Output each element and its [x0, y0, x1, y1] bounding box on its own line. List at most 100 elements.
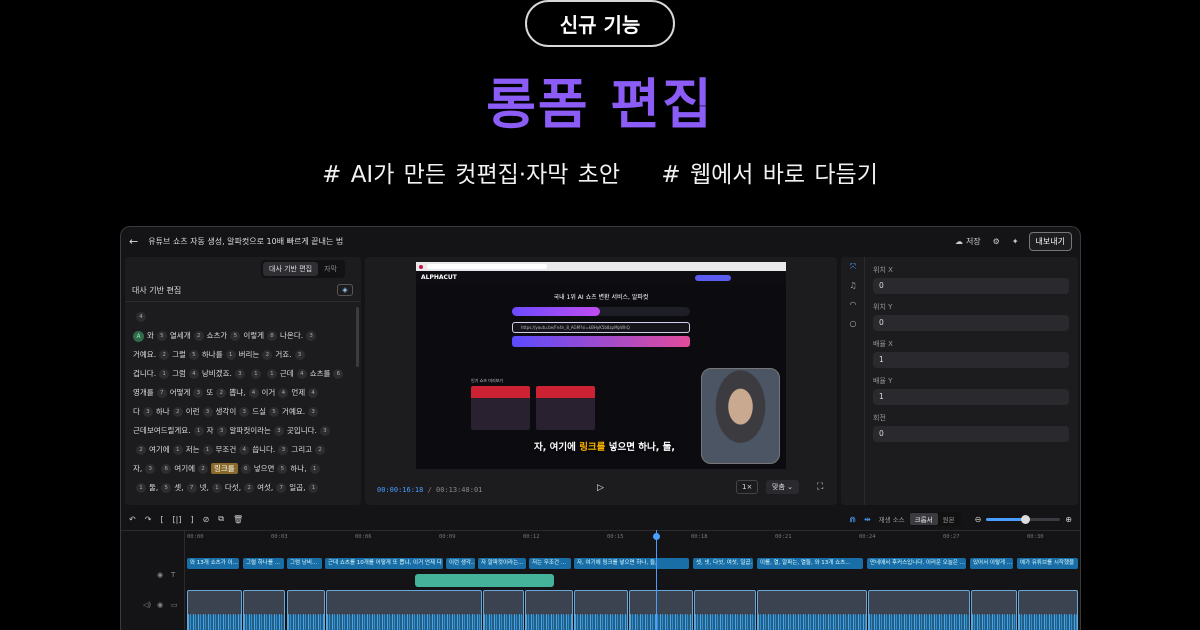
- selected-region-clip[interactable]: [415, 574, 554, 587]
- transcript-word[interactable]: 와: [147, 331, 154, 340]
- pause-badge[interactable]: 4: [296, 369, 307, 379]
- pause-badge[interactable]: 6: [161, 464, 172, 474]
- transcript-word[interactable]: 하나,: [290, 464, 306, 473]
- transcript-word[interactable]: 또: [206, 388, 213, 397]
- property-input[interactable]: 1: [873, 352, 1069, 368]
- pause-badge[interactable]: 3: [216, 426, 227, 436]
- undo-icon[interactable]: ↶: [129, 515, 136, 524]
- property-input[interactable]: 0: [873, 426, 1069, 442]
- transcript-word[interactable]: 생각이: [216, 407, 237, 416]
- zoom-handle[interactable]: [1020, 514, 1030, 524]
- transcript-word[interactable]: 뽑냐,: [229, 388, 245, 397]
- shape-icon[interactable]: ○: [841, 314, 865, 333]
- pause-badge[interactable]: 2: [159, 350, 170, 360]
- speed-button[interactable]: 1×: [736, 480, 759, 494]
- subtitle-clip[interactable]: 셋, 넷, 다섯, 여섯, 일곱...: [693, 558, 753, 569]
- subtitle-clip[interactable]: 만네에서 후커스입니다. 이러운 오늘은 ...: [867, 558, 966, 569]
- text-icon[interactable]: T: [171, 571, 175, 579]
- transcript-word[interactable]: 영개를: [133, 388, 154, 397]
- transcript-word[interactable]: 그럼: [172, 369, 186, 378]
- subtitle-clip[interactable]: 근데 쇼츠를 10개를 어떻게 또 뽑냐, 이거 언제 다 ...: [325, 558, 443, 569]
- pause-badge[interactable]: 7: [156, 388, 167, 398]
- transcript-word[interactable]: 그럴: [172, 350, 186, 359]
- transcript-word[interactable]: 곳입니다.: [287, 426, 317, 435]
- pause-badge[interactable]: 2: [315, 445, 326, 455]
- subtitle-clip[interactable]: 저는 무조건 ...: [529, 558, 571, 569]
- fit-dropdown[interactable]: 맞춤 ⌄: [766, 480, 799, 494]
- transcript-word[interactable]: 나온다.: [280, 331, 303, 340]
- pause-badge[interactable]: 3: [239, 407, 250, 417]
- tab-transcript-edit[interactable]: 대사 기반 편집: [263, 262, 319, 276]
- pause-badge[interactable]: 2: [198, 464, 208, 474]
- transcript-word[interactable]: 이거: [262, 388, 276, 397]
- pause-badge[interactable]: 1: [309, 464, 320, 474]
- pause-badge[interactable]: 5: [161, 483, 172, 493]
- transcript-word[interactable]: 여기에: [149, 445, 170, 454]
- transcript-word[interactable]: 이렇게: [243, 331, 264, 340]
- snap-icon[interactable]: ⇹: [864, 515, 871, 524]
- pause-badge[interactable]: 5: [230, 331, 241, 341]
- transcript-word[interactable]: 쇼츠를: [310, 369, 331, 378]
- play-icon[interactable]: ▷: [597, 483, 604, 493]
- subtitle-clip[interactable]: 그럴 하나를 ...: [243, 558, 284, 569]
- video-clip[interactable]: [525, 590, 573, 630]
- transcript-word[interactable]: 저는: [186, 445, 200, 454]
- video-clip[interactable]: [629, 590, 693, 630]
- transcript-word[interactable]: 보여드릴게요.: [147, 426, 191, 435]
- pause-badge[interactable]: 4: [248, 388, 259, 398]
- transcript-word[interactable]: 거죠.: [275, 350, 291, 359]
- transcript-word[interactable]: 다: [133, 407, 140, 416]
- pause-badge[interactable]: 4: [308, 388, 319, 398]
- pause-badge[interactable]: 1: [225, 350, 236, 360]
- pause-badge[interactable]: 1: [308, 483, 319, 493]
- pause-badge[interactable]: 3: [145, 464, 156, 474]
- video-clip[interactable]: [483, 590, 524, 630]
- transcript-word[interactable]: 씁니다.: [252, 445, 275, 454]
- zoom-slider[interactable]: [986, 514, 1061, 524]
- playhead[interactable]: [653, 530, 660, 630]
- pause-badge[interactable]: 5: [156, 331, 167, 341]
- transcript-word[interactable]: 어떻게: [170, 388, 191, 397]
- save-button[interactable]: ☁ 저장: [955, 236, 981, 247]
- pause-badge[interactable]: 2: [262, 350, 273, 360]
- link-icon[interactable]: ⊘: [203, 515, 210, 524]
- video-clip[interactable]: [243, 590, 285, 630]
- export-button[interactable]: 내보내기: [1028, 231, 1072, 251]
- pause-badge[interactable]: 1: [159, 369, 170, 379]
- pause-badge[interactable]: 2: [193, 331, 204, 341]
- transcript-word[interactable]: 하나를: [202, 350, 223, 359]
- subtitle-clip[interactable]: 예가 유튜브를 시작했을: [1017, 558, 1078, 569]
- video-clip[interactable]: [574, 590, 628, 630]
- subtitle-clip[interactable]: 이를, 열, 알파는, 열둘, 와 13개 쇼츠...: [757, 558, 863, 569]
- transcript-word[interactable]: 그리고: [291, 445, 312, 454]
- pause-badge[interactable]: 3: [306, 331, 317, 341]
- subtitle-clip[interactable]: 있어서 이렇게 ...: [970, 558, 1013, 569]
- subtitle-clip[interactable]: 와 13개 쇼츠가 이...: [187, 558, 239, 569]
- transcript-word[interactable]: 근데: [133, 426, 147, 435]
- audio-icon[interactable]: ◠: [841, 295, 865, 314]
- property-input[interactable]: 0: [873, 278, 1069, 294]
- transcript-word[interactable]: 여기에: [174, 464, 195, 473]
- pause-badge[interactable]: 3: [142, 407, 153, 417]
- pause-badge[interactable]: 1: [266, 369, 277, 379]
- pause-badge[interactable]: 5: [277, 464, 288, 474]
- transcript-word[interactable]: 거예요.: [133, 350, 156, 359]
- eye-icon[interactable]: ◉: [157, 601, 163, 609]
- split-icon[interactable]: [|]: [173, 515, 182, 524]
- pause-badge[interactable]: 3: [273, 426, 284, 436]
- magnet-icon[interactable]: ⋒: [849, 515, 856, 524]
- transcript-word[interactable]: 다섯,: [225, 483, 241, 492]
- transcript-word[interactable]: 드실: [252, 407, 266, 416]
- timeline-ruler[interactable]: 00:00 00:03 00:06 00:09 00:12 00:15 00:18 00:21…: [187, 531, 1078, 545]
- transcript-word[interactable]: 링크를: [211, 463, 238, 474]
- transcript-word[interactable]: 겁니다.: [133, 369, 156, 378]
- zoom-in-icon[interactable]: ⊕: [1065, 515, 1072, 524]
- pause-badge[interactable]: 5: [269, 407, 280, 417]
- subtitle-clip[interactable]: 이런 생각...: [446, 558, 475, 569]
- transcript-word[interactable]: 무조건: [216, 445, 237, 454]
- gear-icon[interactable]: ⚙: [993, 237, 1000, 246]
- video-preview[interactable]: ALPHACUT 국내 1위 AI 쇼츠 변환 서비스, 알파컷 https:/…: [416, 262, 786, 469]
- pause-badge[interactable]: 3: [202, 407, 213, 417]
- arrow-left-icon[interactable]: ←: [129, 235, 138, 248]
- transcript-word[interactable]: 넷,: [200, 483, 209, 492]
